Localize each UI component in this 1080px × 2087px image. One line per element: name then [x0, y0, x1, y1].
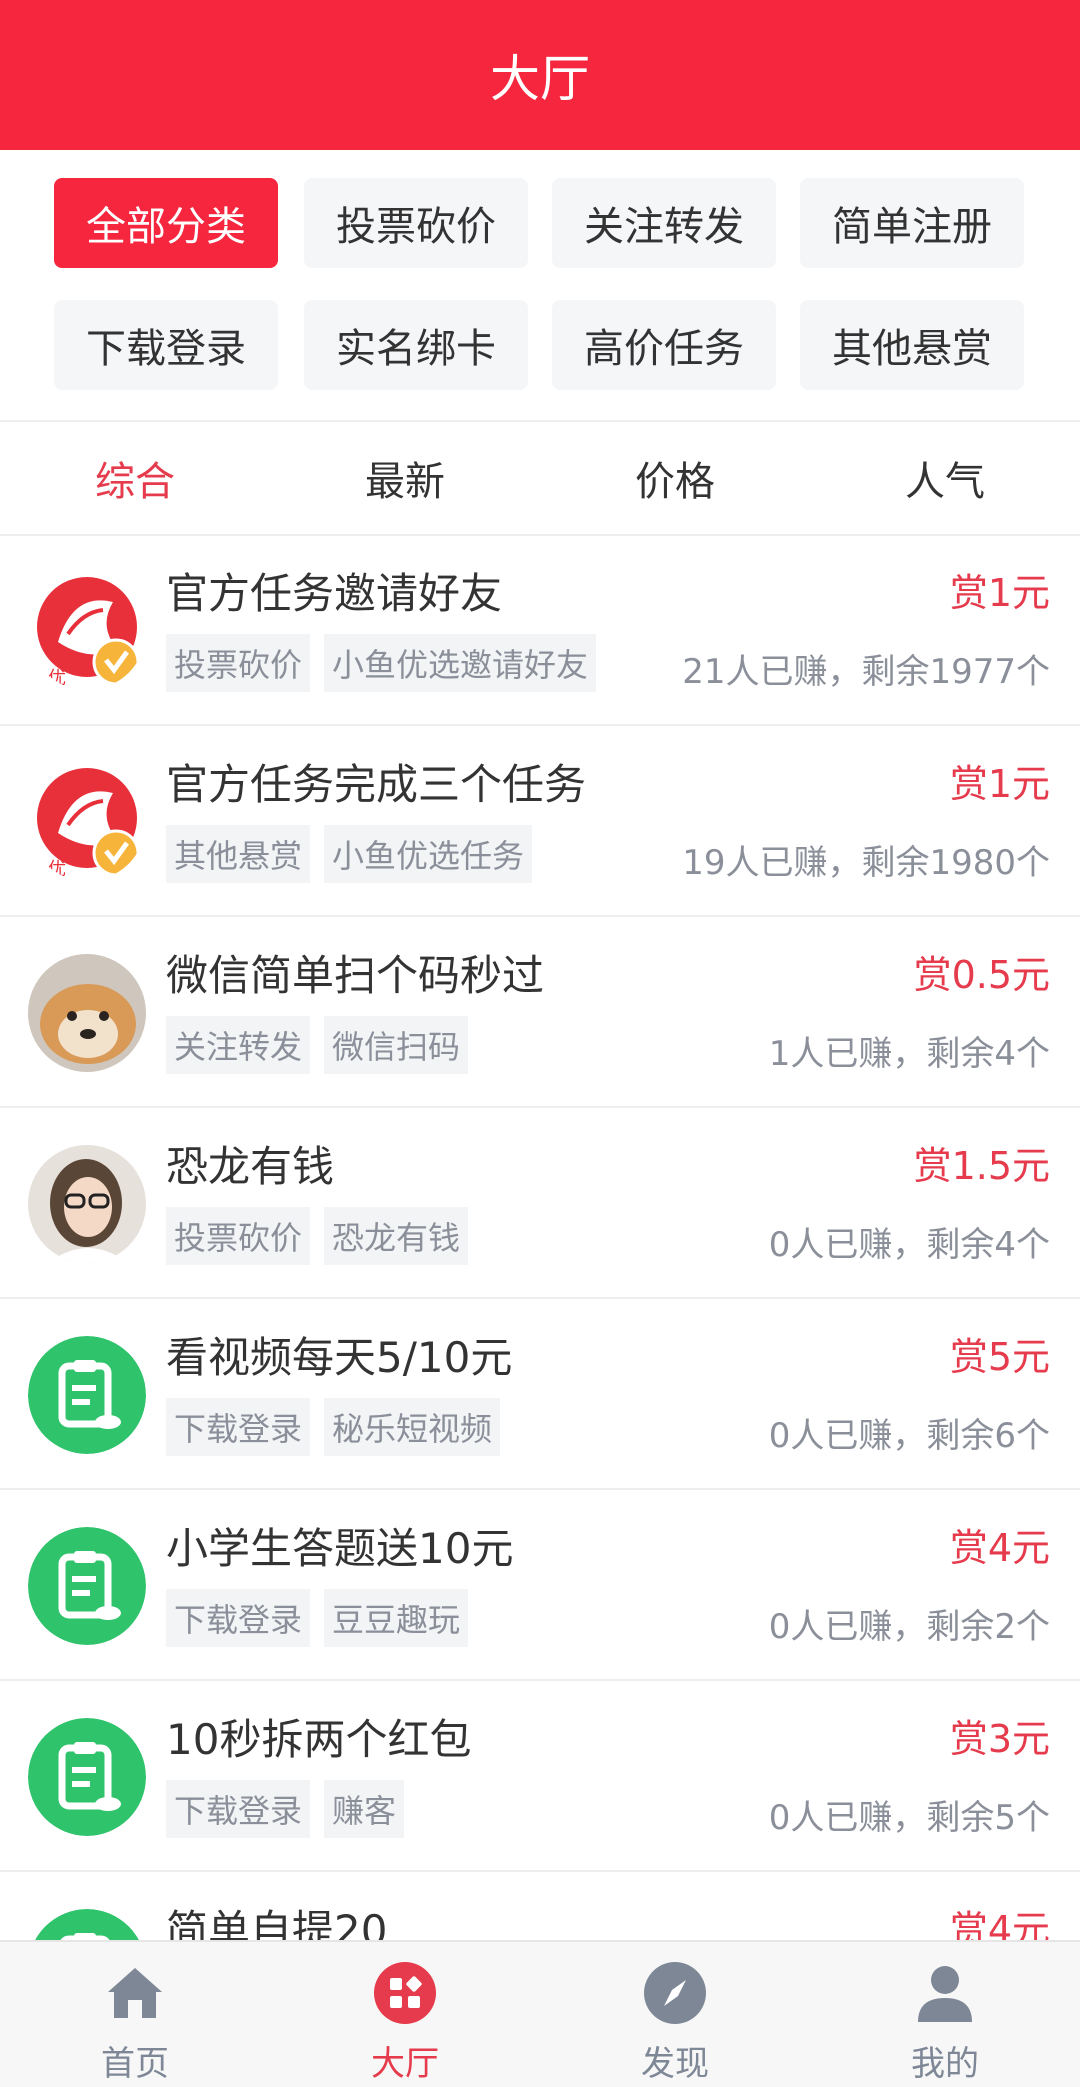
task-tag: 秘乐短视频: [324, 1398, 501, 1456]
tab-label: 发现: [641, 2044, 709, 2084]
tab-mine[interactable]: 我的: [810, 1942, 1080, 2087]
task-tags: 下载登录 赚客: [166, 1780, 405, 1838]
sort-popularity[interactable]: 人气: [810, 422, 1080, 534]
tab-label: 大厅: [371, 2044, 439, 2084]
sort-price[interactable]: 价格: [540, 422, 810, 534]
task-reward: 赏1.5元: [913, 1144, 1050, 1188]
svg-text:优: 优: [48, 859, 66, 880]
task-reward: 赏1元: [949, 571, 1050, 615]
tab-hall[interactable]: 大厅: [270, 1942, 540, 2087]
task-title: 小学生答题送10元: [166, 1524, 514, 1573]
task-tags: 其他悬赏 小鱼优选任务: [166, 825, 533, 883]
task-stats: 0人已赚，剩余4个: [768, 1225, 1050, 1265]
category-follow[interactable]: 关注转发: [552, 178, 776, 268]
task-stats: 0人已赚，剩余2个: [768, 1607, 1050, 1647]
category-other[interactable]: 其他悬赏: [800, 300, 1024, 390]
task-tag: 豆豆趣玩: [324, 1589, 469, 1647]
task-row[interactable]: 微信简单扫个码秒过 赏0.5元 关注转发 微信扫码 1人已赚，剩余4个: [0, 918, 1080, 1108]
task-tags: 投票砍价 恐龙有钱: [166, 1207, 469, 1265]
category-filter: 全部分类 投票砍价 关注转发 简单注册 下载登录 实名绑卡 高价任务 其他悬赏: [0, 150, 1080, 420]
category-register[interactable]: 简单注册: [800, 178, 1024, 268]
tab-label: 首页: [101, 2044, 169, 2084]
task-row[interactable]: 简单自提20 赏4元: [0, 1873, 1080, 1940]
clipboard-icon: [28, 1336, 146, 1454]
task-reward: 赏4元: [949, 1908, 1050, 1940]
grid-icon: [374, 1962, 436, 2024]
task-title: 官方任务完成三个任务: [166, 760, 587, 809]
task-stats: 19人已赚，剩余1980个: [682, 843, 1050, 883]
home-icon: [108, 1968, 162, 2018]
clipboard-icon: [28, 1909, 146, 1940]
girl-photo-avatar: [28, 1145, 146, 1263]
task-stats: 0人已赚，剩余5个: [768, 1798, 1050, 1838]
task-title: 微信简单扫个码秒过: [166, 951, 545, 1000]
task-tag: 小鱼优选邀请好友: [324, 634, 597, 692]
category-vote[interactable]: 投票砍价: [304, 178, 528, 268]
task-title: 官方任务邀请好友: [166, 569, 503, 618]
page-title: 大厅: [490, 50, 590, 108]
task-tags: 下载登录 豆豆趣玩: [166, 1589, 469, 1647]
task-tags: 关注转发 微信扫码: [166, 1016, 469, 1074]
task-tag: 其他悬赏: [166, 825, 311, 883]
task-list: 优 官方任务邀请好友 赏1元 投票砍价 小鱼优选邀请好友 21人已赚，剩余197…: [0, 536, 1080, 1940]
fish-logo-icon: 优: [28, 572, 146, 690]
compass-icon: [644, 1962, 706, 2024]
task-tag: 下载登录: [166, 1589, 311, 1647]
task-row[interactable]: 10秒拆两个红包 赏3元 下载登录 赚客 0人已赚，剩余5个: [0, 1682, 1080, 1872]
user-icon: [918, 1966, 972, 2022]
clipboard-icon: [28, 1718, 146, 1836]
task-reward: 赏0.5元: [913, 953, 1050, 997]
clipboard-icon: [28, 1527, 146, 1645]
svg-text:优: 优: [48, 668, 66, 689]
tab-label: 我的: [911, 2044, 979, 2084]
bottom-tab-bar: 首页 大厅 发现 我的: [0, 1940, 1080, 2087]
task-tag: 投票砍价: [166, 634, 311, 692]
task-stats: 1人已赚，剩余4个: [768, 1034, 1050, 1074]
task-title: 看视频每天5/10元: [166, 1333, 513, 1382]
task-row[interactable]: 看视频每天5/10元 赏5元 下载登录 秘乐短视频 0人已赚，剩余6个: [0, 1300, 1080, 1490]
task-stats: 21人已赚，剩余1977个: [682, 652, 1050, 692]
task-title: 恐龙有钱: [166, 1142, 335, 1191]
header-bar: 大厅: [0, 0, 1080, 150]
task-tag: 小鱼优选任务: [324, 825, 533, 883]
task-tag: 下载登录: [166, 1398, 311, 1456]
task-reward: 赏3元: [949, 1717, 1050, 1761]
task-reward: 赏5元: [949, 1335, 1050, 1379]
category-download[interactable]: 下载登录: [54, 300, 278, 390]
dog-photo-avatar: [28, 954, 146, 1072]
task-tag: 微信扫码: [324, 1016, 469, 1074]
tab-home[interactable]: 首页: [0, 1942, 270, 2087]
category-all[interactable]: 全部分类: [54, 178, 278, 268]
sort-comprehensive[interactable]: 综合: [0, 422, 270, 534]
task-tags: 下载登录 秘乐短视频: [166, 1398, 501, 1456]
task-tags: 投票砍价 小鱼优选邀请好友: [166, 634, 597, 692]
task-tag: 关注转发: [166, 1016, 311, 1074]
task-tag: 恐龙有钱: [324, 1207, 469, 1265]
task-row[interactable]: 小学生答题送10元 赏4元 下载登录 豆豆趣玩 0人已赚，剩余2个: [0, 1491, 1080, 1681]
category-realname[interactable]: 实名绑卡: [304, 300, 528, 390]
task-title: 10秒拆两个红包: [166, 1715, 472, 1764]
sort-bar: 综合 最新 价格 人气: [0, 422, 1080, 534]
task-row[interactable]: 优 官方任务完成三个任务 赏1元 其他悬赏 小鱼优选任务 19人已赚，剩余198…: [0, 727, 1080, 917]
sort-newest[interactable]: 最新: [270, 422, 540, 534]
fish-logo-icon: 优: [28, 763, 146, 881]
task-reward: 赏4元: [949, 1526, 1050, 1570]
task-row[interactable]: 恐龙有钱 赏1.5元 投票砍价 恐龙有钱 0人已赚，剩余4个: [0, 1109, 1080, 1299]
tab-discover[interactable]: 发现: [540, 1942, 810, 2087]
task-tag: 赚客: [324, 1780, 405, 1838]
task-row[interactable]: 优 官方任务邀请好友 赏1元 投票砍价 小鱼优选邀请好友 21人已赚，剩余197…: [0, 536, 1080, 726]
task-tag: 下载登录: [166, 1780, 311, 1838]
task-stats: 0人已赚，剩余6个: [768, 1416, 1050, 1456]
task-title: 简单自提20: [166, 1906, 388, 1940]
task-tag: 投票砍价: [166, 1207, 311, 1265]
category-highprice[interactable]: 高价任务: [552, 300, 776, 390]
task-reward: 赏1元: [949, 762, 1050, 806]
